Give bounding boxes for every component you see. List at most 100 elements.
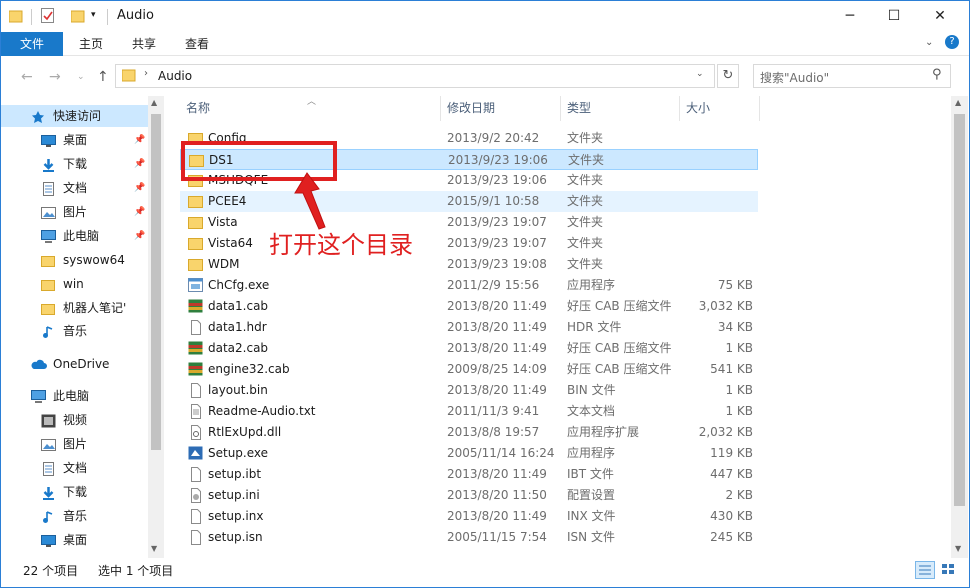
refresh-button[interactable]: ↻ <box>717 64 739 88</box>
file-date: 2005/11/14 16:24 <box>447 446 555 460</box>
new-folder-icon[interactable] <box>70 9 87 27</box>
file-date: 2013/8/20 11:49 <box>447 320 547 334</box>
nav-item-label: 机器人笔记' <box>63 301 127 315</box>
nav-item[interactable]: 文档 📌 <box>1 177 148 199</box>
nav-item[interactable]: 下载 📌 <box>1 153 148 175</box>
file-icon <box>188 320 204 335</box>
folder-icon <box>188 194 204 209</box>
star-icon <box>31 109 46 123</box>
breadcrumb-chevron-icon[interactable]: › <box>144 68 148 79</box>
search-input[interactable]: 搜索"Audio" ⚲ <box>753 64 951 88</box>
search-icon[interactable]: ⚲ <box>932 67 942 82</box>
table-row[interactable]: layout.bin 2013/8/20 11:49 BIN 文件 1 KB <box>180 380 758 401</box>
file-type: HDR 文件 <box>567 320 622 334</box>
chevron-down-icon[interactable]: ⌄ <box>925 37 933 48</box>
nav-item[interactable]: syswow64 <box>1 249 148 271</box>
table-row[interactable]: engine32.cab 2009/8/25 14:09 好压 CAB 压缩文件 54… <box>180 359 758 380</box>
recent-chevron-icon[interactable]: ⌄ <box>77 72 85 82</box>
table-row[interactable]: setup.isn 2005/11/15 7:54 ISN 文件 245 KB <box>180 527 758 548</box>
nav-item[interactable]: 此电脑 📌 <box>1 225 148 247</box>
table-row[interactable]: data1.hdr 2013/8/20 11:49 HDR 文件 34 KB <box>180 317 758 338</box>
list-scrollbar[interactable]: ▲ ▼ <box>951 96 968 558</box>
tab-file[interactable]: 文件 <box>1 32 63 56</box>
pin-icon: 📌 <box>134 183 146 193</box>
nav-item[interactable]: win <box>1 273 148 295</box>
file-date: 2013/8/20 11:49 <box>447 341 547 355</box>
nav-item[interactable]: 下载 <box>1 481 148 503</box>
address-row: ← → ⌄ ↑ › Audio ⌄ ↻ 搜索"Audio" ⚲ <box>1 56 969 96</box>
details-view-icon[interactable] <box>915 561 935 579</box>
file-date: 2013/8/20 11:49 <box>447 299 547 313</box>
table-row[interactable]: Vista 2013/9/23 19:07 文件夹 <box>180 212 758 233</box>
nav-item[interactable]: 视频 <box>1 409 148 431</box>
help-icon[interactable]: ? <box>945 35 959 49</box>
nav-item-label: 桌面 <box>63 533 88 547</box>
column-headers: ︿ 名称 修改日期 类型 大小 <box>164 96 951 121</box>
up-arrow-icon[interactable]: ↑ <box>97 69 109 85</box>
file-icon <box>188 383 204 398</box>
close-button[interactable]: ✕ <box>917 1 963 32</box>
file-type: 好压 CAB 压缩文件 <box>567 362 672 376</box>
nav-item[interactable]: 桌面 📌 <box>1 129 148 151</box>
table-row[interactable]: setup.ini 2013/8/20 11:50 配置设置 2 KB <box>180 485 758 506</box>
nav-item[interactable]: 桌面 <box>1 529 148 551</box>
header-size[interactable]: 大小 <box>680 96 760 121</box>
nav-item-label: 图片 <box>63 205 88 219</box>
table-row[interactable]: Setup.exe 2005/11/14 16:24 应用程序 119 KB <box>180 443 758 464</box>
file-type: IBT 文件 <box>567 467 614 481</box>
nav-scrollbar[interactable]: ▲ ▼ <box>148 96 164 558</box>
tab-home[interactable]: 主页 <box>79 32 103 56</box>
large-icons-view-icon[interactable] <box>939 561 959 579</box>
divider <box>31 9 32 25</box>
properties-icon[interactable] <box>41 8 57 26</box>
file-size: 1 KB <box>725 341 753 355</box>
table-row[interactable]: setup.inx 2013/8/20 11:49 INX 文件 430 KB <box>180 506 758 527</box>
forward-arrow-icon[interactable]: → <box>49 69 61 85</box>
file-type: 应用程序扩展 <box>567 425 640 439</box>
nav-item[interactable]: 机器人笔记' <box>1 297 148 319</box>
table-row[interactable]: ChCfg.exe 2011/2/9 15:56 应用程序 75 KB <box>180 275 758 296</box>
maximize-button[interactable]: ☐ <box>871 1 917 32</box>
ini-icon <box>188 488 204 503</box>
back-arrow-icon[interactable]: ← <box>21 69 33 85</box>
tab-view[interactable]: 查看 <box>185 32 209 56</box>
exe-icon <box>188 278 204 293</box>
table-row[interactable]: data1.cab 2013/8/20 11:49 好压 CAB 压缩文件 3,032… <box>180 296 758 317</box>
minimize-button[interactable]: ─ <box>827 1 873 32</box>
breadcrumb-audio[interactable]: Audio <box>158 69 192 83</box>
nav-item[interactable]: 图片 <box>1 433 148 455</box>
table-row[interactable]: RtlExUpd.dll 2013/8/8 19:57 应用程序扩展 2,032 KB <box>180 422 758 443</box>
chevron-down-icon[interactable]: ▾ <box>91 10 101 28</box>
nav-item[interactable]: 图片 📌 <box>1 201 148 223</box>
table-row[interactable]: Vista64 2013/9/23 19:07 文件夹 <box>180 233 758 254</box>
table-row[interactable]: setup.ibt 2013/8/20 11:49 IBT 文件 447 KB <box>180 464 758 485</box>
navigation-pane: 快速访问 桌面 📌 下载 📌 文档 📌 图片 📌 此电脑 📌 syswow64 win 机器人笔记' 音乐 O… <box>1 96 164 558</box>
tab-share[interactable]: 共享 <box>132 32 156 56</box>
nav-item[interactable]: OneDrive <box>1 353 148 375</box>
header-name[interactable]: 名称 <box>180 96 441 121</box>
header-date[interactable]: 修改日期 <box>441 96 561 121</box>
table-row[interactable]: PCEE4 2015/9/1 10:58 文件夹 <box>180 191 758 212</box>
nav-item[interactable]: 文档 <box>1 457 148 479</box>
nav-item[interactable]: 音乐 <box>1 320 148 342</box>
list-scroll-thumb[interactable] <box>954 114 965 506</box>
nav-item-label: syswow64 <box>63 253 125 267</box>
table-row[interactable]: Readme-Audio.txt 2011/11/3 9:41 文本文档 1 KB <box>180 401 758 422</box>
nav-item[interactable]: 此电脑 <box>1 385 148 407</box>
nav-item-label: 下载 <box>63 157 88 171</box>
nav-scroll-thumb[interactable] <box>151 114 161 450</box>
chevron-down-icon[interactable]: ⌄ <box>696 69 704 79</box>
header-type[interactable]: 类型 <box>561 96 680 121</box>
picture-icon <box>41 437 56 451</box>
nav-item-label: 文档 <box>63 181 88 195</box>
cloud-icon <box>31 357 47 371</box>
nav-item[interactable]: 音乐 <box>1 505 148 527</box>
table-row[interactable]: data2.cab 2013/8/20 11:49 好压 CAB 压缩文件 1 KB <box>180 338 758 359</box>
file-name: WDM <box>208 257 240 271</box>
table-row[interactable]: WDM 2013/9/23 19:08 文件夹 <box>180 254 758 275</box>
address-bar[interactable]: › Audio ⌄ <box>115 64 715 88</box>
nav-item[interactable]: 快速访问 <box>1 105 148 127</box>
file-name: engine32.cab <box>208 362 290 376</box>
file-name: data2.cab <box>208 341 269 355</box>
pin-icon: 📌 <box>134 159 146 169</box>
